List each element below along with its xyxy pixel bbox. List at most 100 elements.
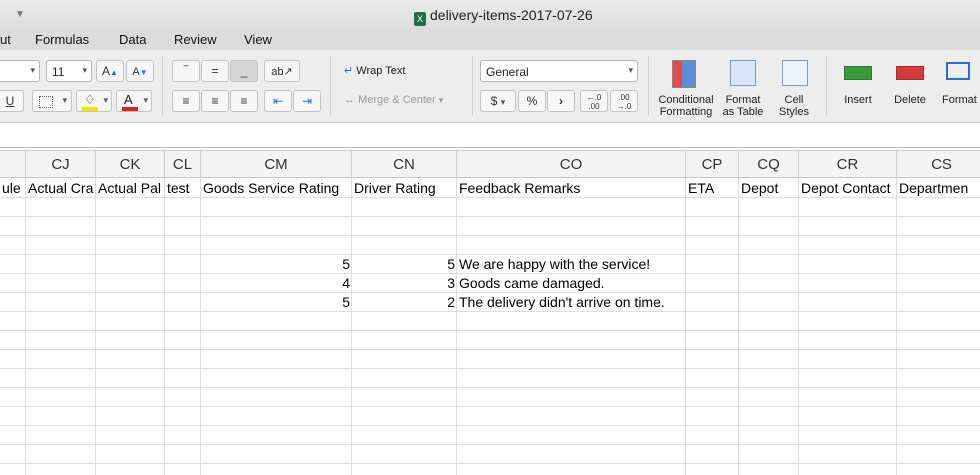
header-cell[interactable]: Departmen — [899, 179, 980, 198]
header-cell[interactable]: test — [167, 179, 199, 198]
percent-button[interactable]: % — [518, 90, 546, 112]
format-as-table-button[interactable]: Format as Table — [720, 58, 766, 120]
driver-rating-cell[interactable]: 3 — [354, 274, 455, 293]
decrease-font-size-button[interactable]: A▼ — [126, 60, 154, 82]
increase-font-size-button[interactable]: A▲ — [96, 60, 124, 82]
delete-button[interactable]: Delete — [886, 58, 934, 120]
align-top-icon: ‾ — [184, 64, 188, 78]
header-cell[interactable]: ule — [2, 179, 24, 198]
goods-rating-cell[interactable]: 5 — [203, 293, 350, 312]
font-size-value: 11 — [52, 65, 65, 79]
column-header-cl[interactable]: CL — [165, 151, 201, 179]
grid-column-line — [351, 178, 352, 475]
grid-column-line — [738, 178, 739, 475]
header-cell[interactable]: Actual Pal — [98, 179, 163, 198]
tab-data[interactable]: Data — [119, 32, 146, 47]
driver-rating-cell[interactable]: 5 — [354, 255, 455, 274]
excel-file-icon: X — [414, 12, 426, 26]
formula-bar[interactable] — [0, 123, 980, 148]
orientation-button[interactable]: ab↗ — [264, 60, 300, 82]
grid-column-line — [798, 178, 799, 475]
font-color-button[interactable]: A ▾ — [116, 90, 152, 112]
column-header-cs[interactable]: CS — [897, 151, 980, 179]
align-right-icon: ≡ — [240, 94, 248, 108]
header-cell[interactable]: Feedback Remarks — [459, 179, 684, 198]
insert-cells-icon — [844, 66, 872, 80]
chevron-down-icon: ▾ — [30, 65, 35, 75]
decrease-indent-button[interactable]: ⇤ — [264, 90, 292, 112]
chevron-down-icon: ▾ — [628, 65, 633, 75]
chevron-down-icon: ▾ — [438, 95, 444, 105]
merge-center-button[interactable]: ↔ Merge & Center ▾ — [344, 94, 443, 106]
currency-icon: $ — [490, 94, 498, 108]
underline-button[interactable]: U — [0, 90, 24, 112]
grid-row-line — [0, 235, 980, 236]
number-format-select[interactable]: General ▾ — [480, 60, 638, 82]
feedback-remarks-cell[interactable]: The delivery didn't arrive on time. — [459, 293, 684, 312]
feedback-remarks-cell[interactable]: We are happy with the service! — [459, 255, 684, 274]
ribbon: ▾ 11 ▾ A▲ A▼ U ▾ ♢ ▾ A ▾ ‾ = _ ab↗ ≡ ≡ ≡… — [0, 50, 980, 123]
conditional-formatting-button[interactable]: Conditional Formatting — [654, 58, 718, 120]
fill-color-button[interactable]: ♢ ▾ — [76, 90, 112, 112]
header-cell[interactable]: Actual Cra — [28, 179, 94, 198]
number-format-value: General — [486, 65, 529, 79]
align-bottom-button[interactable]: _ — [230, 60, 258, 82]
column-header-cj[interactable]: CJ — [26, 151, 96, 179]
column-header-cr[interactable]: CR — [799, 151, 897, 179]
currency-button[interactable]: $ ▾ — [480, 90, 516, 112]
align-top-button[interactable]: ‾ — [172, 60, 200, 82]
font-size-select[interactable]: 11 ▾ — [46, 60, 92, 82]
chevron-down-icon: ▾ — [62, 95, 67, 105]
tab-layout[interactable]: ut — [0, 32, 11, 47]
paint-bucket-icon: ♢ — [84, 92, 96, 107]
increase-indent-icon: ⇥ — [301, 94, 313, 108]
cell-styles-button[interactable]: Cell Styles — [772, 58, 816, 120]
header-cell[interactable]: Driver Rating — [354, 179, 455, 198]
align-right-button[interactable]: ≡ — [230, 90, 258, 112]
header-cell[interactable]: Depot Contact — [801, 179, 895, 198]
align-left-button[interactable]: ≡ — [172, 90, 200, 112]
tab-view[interactable]: View — [244, 32, 272, 47]
grid-column-line — [25, 178, 26, 475]
increase-indent-button[interactable]: ⇥ — [293, 90, 321, 112]
header-cell[interactable]: Depot — [741, 179, 797, 198]
format-button[interactable]: Format — [938, 58, 980, 120]
comma-style-button[interactable]: › — [547, 90, 575, 112]
column-header-cq[interactable]: CQ — [739, 151, 799, 179]
column-header-ck[interactable]: CK — [96, 151, 165, 179]
window-title: Xdelivery-items-2017-07-26 — [414, 7, 593, 26]
delete-cells-icon — [896, 66, 924, 80]
header-cell[interactable]: Goods Service Rating — [203, 179, 350, 198]
increase-decimal-button[interactable]: ←.0 .00 — [580, 90, 608, 112]
align-middle-icon: = — [211, 64, 219, 78]
increase-decimal-icon: ←.0 .00 — [586, 93, 602, 111]
font-color-swatch — [122, 107, 138, 111]
decrease-decimal-button[interactable]: .00 →.0 — [610, 90, 638, 112]
font-name-select[interactable]: ▾ — [0, 60, 40, 82]
goods-rating-cell[interactable]: 4 — [203, 274, 350, 293]
column-header-cn[interactable]: CN — [352, 151, 457, 179]
driver-rating-cell[interactable]: 2 — [354, 293, 455, 312]
tab-review[interactable]: Review — [174, 32, 217, 47]
column-header-cp[interactable]: CP — [686, 151, 739, 179]
quick-access-dropdown-icon[interactable]: ▼ — [15, 9, 25, 20]
sheet-grid[interactable]: ule Actual Cra Actual Pal test Goods Service… — [0, 178, 980, 475]
wrap-text-button[interactable]: ↵ Wrap Text — [344, 64, 405, 77]
goods-rating-cell[interactable]: 5 — [203, 255, 350, 274]
borders-button[interactable]: ▾ — [32, 90, 72, 112]
insert-button[interactable]: Insert — [834, 58, 882, 120]
ribbon-separator — [330, 56, 331, 116]
align-middle-button[interactable]: = — [201, 60, 229, 82]
column-header-co[interactable]: CO — [457, 151, 686, 179]
align-center-button[interactable]: ≡ — [201, 90, 229, 112]
feedback-remarks-cell[interactable]: Goods came damaged. — [459, 274, 684, 293]
column-header-cm[interactable]: CM — [201, 151, 352, 179]
percent-icon: % — [526, 94, 538, 108]
delete-label: Delete — [894, 94, 926, 106]
column-header-partial[interactable] — [0, 151, 26, 179]
tab-formulas[interactable]: Formulas — [35, 32, 89, 47]
header-cell[interactable]: ETA — [688, 179, 737, 198]
ribbon-separator — [472, 56, 473, 116]
grid-column-line — [896, 178, 897, 475]
decrease-font-icon: A▼ — [132, 66, 148, 78]
